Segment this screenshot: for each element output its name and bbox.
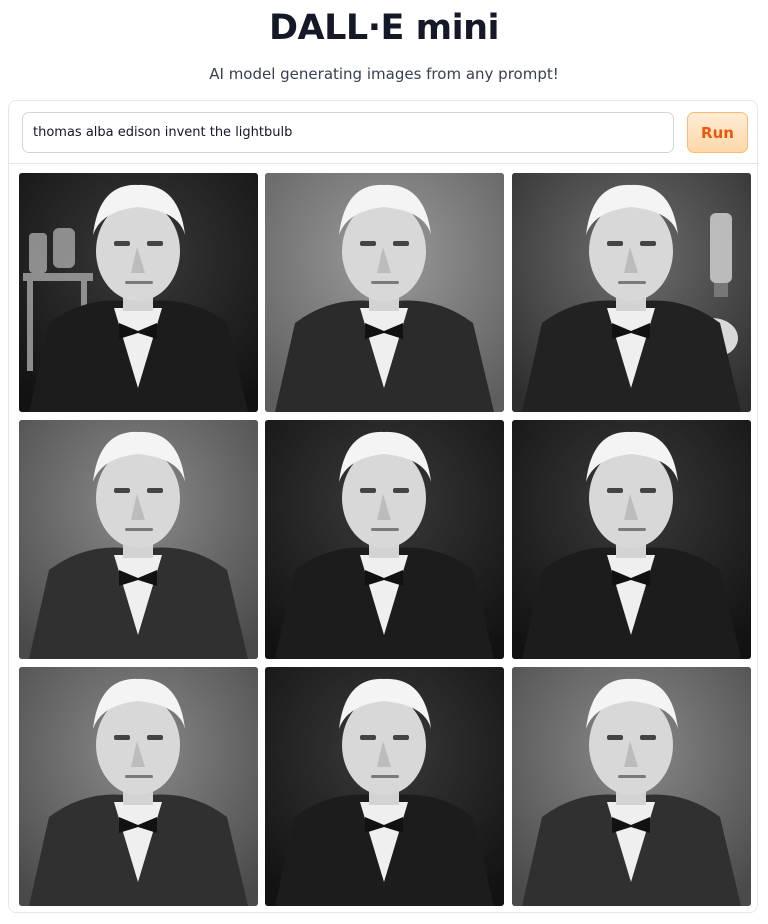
image-gallery (9, 164, 759, 914)
portrait-image (265, 173, 504, 412)
portrait-image (512, 667, 751, 906)
run-button[interactable]: Run (687, 112, 748, 153)
portrait-image (19, 667, 258, 906)
prompt-row: Run (9, 101, 759, 164)
page-subtitle: AI model generating images from any prom… (209, 65, 559, 83)
portrait-image (265, 420, 504, 659)
portrait-image (265, 667, 504, 906)
generated-image-3[interactable] (512, 173, 751, 412)
generated-image-6[interactable] (512, 420, 751, 659)
generator-panel: Run (8, 100, 759, 914)
generated-image-5[interactable] (265, 420, 504, 659)
generated-image-9[interactable] (512, 667, 751, 906)
portrait-image (512, 420, 751, 659)
generated-image-1[interactable] (19, 173, 258, 412)
generated-image-2[interactable] (265, 173, 504, 412)
portrait-image (19, 173, 258, 412)
page-title: DALL·E mini (268, 8, 500, 48)
prompt-input[interactable] (22, 112, 674, 153)
generated-image-4[interactable] (19, 420, 258, 659)
generated-image-8[interactable] (265, 667, 504, 906)
generated-image-7[interactable] (19, 667, 258, 906)
portrait-image (19, 420, 258, 659)
portrait-image (512, 173, 751, 412)
